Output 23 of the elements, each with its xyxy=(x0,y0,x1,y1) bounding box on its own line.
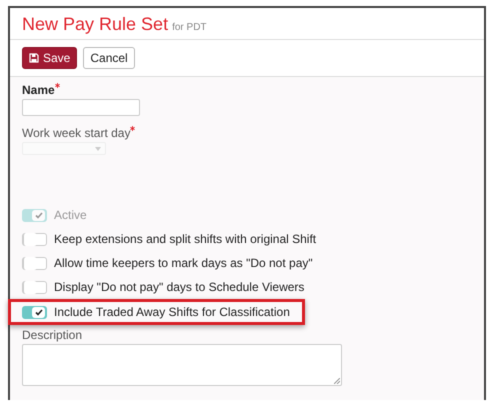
toggle-label: Active xyxy=(54,208,87,222)
toggle-label: Display "Do not pay" days to Schedule Viewers xyxy=(54,280,304,294)
check-icon xyxy=(34,212,42,218)
cancel-button[interactable]: Cancel xyxy=(83,47,135,69)
field-label: Work week start day xyxy=(22,126,130,140)
toggle-label: Include Traded Away Shifts for Classification xyxy=(54,305,290,319)
description-field[interactable] xyxy=(22,344,342,386)
field-label: Name xyxy=(22,83,55,97)
toggle-switch[interactable] xyxy=(22,256,47,270)
field-label: Description xyxy=(22,328,84,342)
save-icon xyxy=(29,53,39,63)
name-field[interactable] xyxy=(22,99,140,116)
toggle-label: Keep extensions and split shifts with original Shift xyxy=(54,232,316,246)
resize-grip-icon[interactable] xyxy=(334,378,340,384)
toggle-switch[interactable] xyxy=(22,280,47,294)
check-icon xyxy=(34,308,42,316)
toggle-switch[interactable] xyxy=(22,232,47,246)
page-title: New Pay Rule Set xyxy=(22,14,168,35)
save-button[interactable]: Save xyxy=(22,47,78,69)
toggle-switch[interactable] xyxy=(22,306,47,318)
caret-icon xyxy=(95,146,101,150)
toggle-label: Allow time keepers to mark days as "Do not pay" xyxy=(54,256,313,270)
page-subtitle: for PDT xyxy=(172,22,207,33)
